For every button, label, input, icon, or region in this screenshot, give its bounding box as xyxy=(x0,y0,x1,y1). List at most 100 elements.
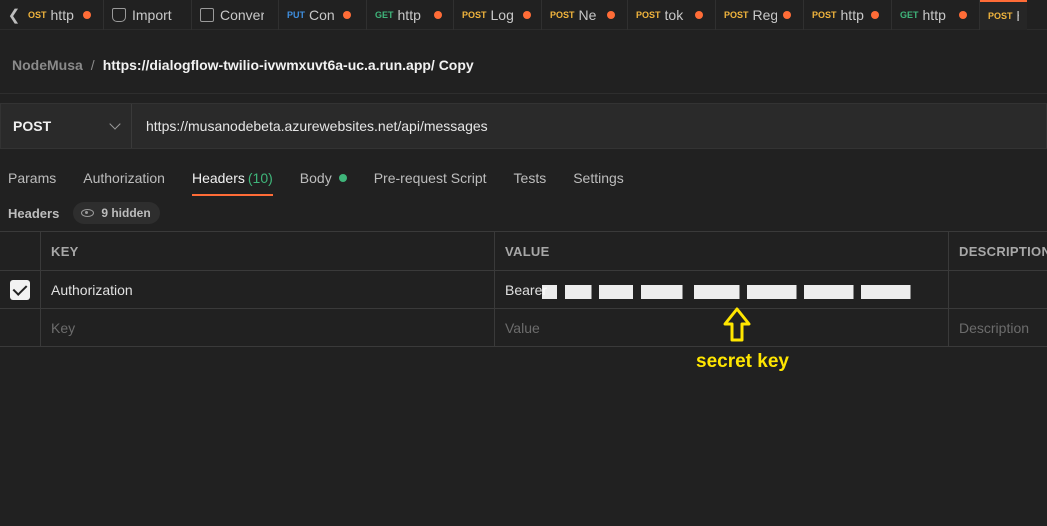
hidden-count: 9 hidden xyxy=(101,206,151,220)
value-cell[interactable]: Bearer xyxy=(495,271,949,308)
tab-label: Headers xyxy=(191,170,245,186)
unsaved-dot-icon xyxy=(958,10,967,19)
url-input[interactable]: https://musanodebeta.azurewebsites.net/a… xyxy=(132,104,1046,148)
request-tab-active[interactable]: POST h xyxy=(980,0,1027,30)
column-header-key: KEY xyxy=(41,232,495,270)
tab-label: h xyxy=(1017,8,1019,24)
method-label: POST xyxy=(812,9,837,20)
value-content: Bearer xyxy=(505,281,923,299)
tab-label: http xyxy=(840,6,864,23)
tab-prerequest-script[interactable]: Pre-request Script xyxy=(374,162,487,194)
method-label: POST xyxy=(636,9,661,20)
tab-label: Con xyxy=(309,6,335,23)
tab-label: Reg xyxy=(752,6,777,23)
tab-label: Conver xyxy=(220,6,264,23)
method-label: POST xyxy=(724,9,749,20)
request-tab[interactable]: GET http xyxy=(367,0,454,30)
headers-count: (10) xyxy=(247,170,273,186)
tab-label: Params xyxy=(8,170,57,186)
tab-settings[interactable]: Settings xyxy=(573,162,624,194)
tab-authorization[interactable]: Authorization xyxy=(83,162,165,194)
tab-label: Pre-request Script xyxy=(373,170,487,186)
eye-icon xyxy=(81,209,95,217)
method-label: POST xyxy=(462,9,487,20)
tab-label: Ne xyxy=(578,6,597,23)
tab-params[interactable]: Params xyxy=(8,162,56,194)
document-icon xyxy=(200,7,214,22)
method-label: GET xyxy=(900,9,919,20)
tab-label: Log xyxy=(490,6,514,23)
description-cell[interactable] xyxy=(949,271,1047,308)
method-label: POST xyxy=(28,9,47,20)
headers-toolbar: Headers 9 hidden xyxy=(8,202,160,224)
annotation-label: secret key xyxy=(696,351,789,372)
tab-label: Authorization xyxy=(83,170,165,186)
tab-label: http xyxy=(50,6,74,23)
tab-label: Body xyxy=(299,170,332,186)
headers-label: Headers xyxy=(8,205,60,221)
column-header-description: DESCRIPTION xyxy=(959,243,1047,259)
chevron-left-icon[interactable]: ❮ xyxy=(0,0,28,30)
column-header-value: VALUE xyxy=(495,232,949,270)
tab-body[interactable]: Body xyxy=(300,162,347,194)
request-tab[interactable]: POST Ne xyxy=(542,0,628,30)
unsaved-dot-icon xyxy=(870,10,879,19)
unsaved-dot-icon xyxy=(522,10,531,19)
request-tab[interactable]: POST Log xyxy=(454,0,542,30)
chevron-down-icon xyxy=(109,118,121,130)
workspace-link[interactable]: NodeMusa xyxy=(12,57,83,73)
tab-label: tok xyxy=(664,6,684,23)
request-name[interactable]: https://dialogflow-twilio-ivwmxuvt6a-uc.… xyxy=(103,57,474,73)
method-label: POST xyxy=(550,9,575,20)
key-input[interactable]: Key xyxy=(41,309,495,346)
key-cell[interactable]: Authorization xyxy=(41,271,495,308)
request-tab[interactable]: POST http xyxy=(804,0,892,30)
row-checkbox-cell xyxy=(0,271,41,308)
table-row: Authorization Bearer xyxy=(0,271,1047,309)
redacted-token xyxy=(542,284,923,299)
unsaved-dot-icon xyxy=(82,10,91,19)
arrow-up-icon xyxy=(723,307,751,342)
unsaved-dot-icon xyxy=(694,10,703,19)
breadcrumb-separator: / xyxy=(90,57,95,73)
tab-label: http xyxy=(922,6,946,23)
hidden-headers-toggle[interactable]: 9 hidden xyxy=(73,202,160,224)
request-tab[interactable]: POST http xyxy=(28,0,104,30)
breadcrumb: NodeMusa / https://dialogflow-twilio-ivw… xyxy=(12,55,474,75)
row-checkbox-cell xyxy=(0,309,41,346)
description-input[interactable]: Description xyxy=(949,309,1047,346)
tab-tests[interactable]: Tests xyxy=(514,162,547,194)
import-icon xyxy=(112,7,126,22)
key-value: Authorization xyxy=(51,281,133,298)
method-label: POST xyxy=(988,10,1013,21)
request-tab[interactable]: Import xyxy=(104,0,192,30)
divider xyxy=(0,93,1047,94)
tab-label: Import xyxy=(132,6,172,23)
unsaved-dot-icon xyxy=(343,10,351,19)
request-bar: POST https://musanodebeta.azurewebsites.… xyxy=(0,103,1047,149)
request-tab[interactable]: GET http xyxy=(892,0,980,30)
key-placeholder: Key xyxy=(51,319,76,336)
description-placeholder: Description xyxy=(959,319,1030,336)
method-label: PUT xyxy=(287,9,305,20)
request-tab[interactable]: PUT Con xyxy=(279,0,367,30)
table-row-empty: Key Value Description xyxy=(0,309,1047,347)
method-value: POST xyxy=(13,118,52,134)
request-tab[interactable]: POST tok xyxy=(628,0,716,30)
request-tab[interactable]: Conver xyxy=(192,0,279,30)
headers-table: KEY VALUE DESCRIPTION Authorization Bear… xyxy=(0,231,1047,347)
tab-headers[interactable]: Headers (10) xyxy=(191,162,273,196)
unsaved-dot-icon xyxy=(606,10,615,19)
value-placeholder: Value xyxy=(505,319,540,336)
request-subtabs: Params Authorization Headers (10) Body P… xyxy=(8,162,651,196)
row-checkbox[interactable] xyxy=(10,279,30,300)
tab-label: http xyxy=(397,6,421,23)
request-tab[interactable]: POST Reg xyxy=(716,0,804,30)
value-prefix: Bearer xyxy=(505,281,548,298)
header-spacer xyxy=(0,232,41,270)
table-header-row: KEY VALUE DESCRIPTION xyxy=(0,232,1047,271)
method-label: GET xyxy=(375,9,394,20)
method-select[interactable]: POST xyxy=(1,104,132,148)
request-tab-strip: ❮ POST http Import Conver PUT Con GET ht… xyxy=(0,0,1047,30)
unsaved-dot-icon xyxy=(782,10,791,19)
